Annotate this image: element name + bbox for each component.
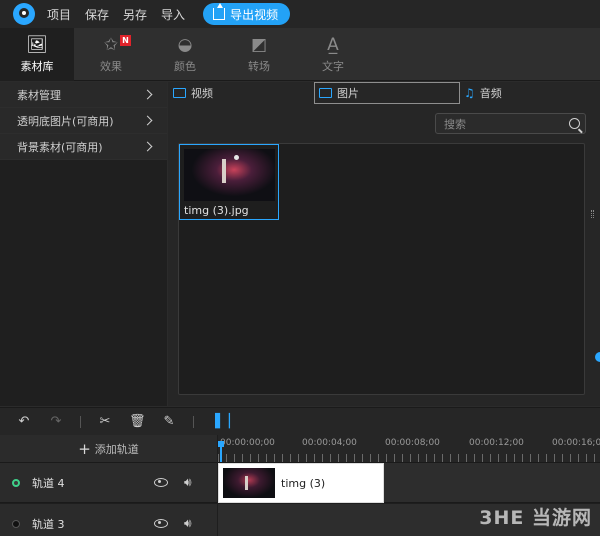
delete-icon[interactable]: 🗑︎: [129, 414, 146, 430]
palette-icon: ◒: [177, 34, 193, 55]
timecode-label: 00:00:12;00: [469, 438, 524, 448]
track-lane[interactable]: timg (3): [218, 463, 600, 503]
library-tabs: 🖼︎ 素材库 ✩ N 效果 ◒ 颜色 ◩ 转场 A̲ 文字: [0, 28, 600, 81]
menu-save-as[interactable]: 另存: [123, 6, 147, 23]
media-thumbnail: [184, 149, 275, 201]
tab-image[interactable]: 图片: [314, 82, 460, 104]
search-placeholder: 搜索: [444, 117, 466, 131]
tab-label: 图片: [337, 87, 359, 100]
tab-label: 转场: [248, 59, 270, 73]
music-note-icon: ♫: [464, 86, 475, 100]
undo-icon[interactable]: ↶: [16, 414, 32, 430]
media-item-name: timg (3).jpg: [184, 204, 249, 217]
upload-icon: [213, 3, 226, 20]
add-track-label: 添加轨道: [94, 442, 139, 456]
media-type-tabs: 视频 图片 ♫ 音频: [168, 82, 600, 104]
timecode-label: 00:00:16;00: [552, 438, 600, 448]
time-ruler[interactable]: 00:00:00;00 00:00:04;00 00:00:08;00 00:0…: [218, 435, 600, 463]
tab-transition[interactable]: ◩ 转场: [222, 28, 296, 81]
sidebar-item-background-assets[interactable]: 背景素材(可商用): [0, 134, 167, 160]
tab-media-library[interactable]: 🖼︎ 素材库: [0, 28, 74, 81]
menu-save[interactable]: 保存: [85, 6, 109, 23]
tab-label: 颜色: [174, 59, 196, 73]
edit-toolbar: ↶ ↷ ✂ 🗑︎ ✎ ▐▕: [0, 407, 600, 435]
tab-label: 文字: [322, 59, 344, 73]
category-sidebar: 素材管理 透明底图片(可商用) 背景素材(可商用): [0, 82, 167, 406]
timeline-clip[interactable]: timg (3): [218, 463, 384, 503]
playhead[interactable]: [218, 435, 224, 462]
tab-label: 音频: [479, 87, 502, 100]
film-icon: [173, 88, 186, 98]
effects-icon: ✩: [103, 34, 119, 55]
menu-import[interactable]: 导入: [161, 6, 185, 23]
eye-icon[interactable]: [154, 478, 168, 487]
tab-audio[interactable]: ♫ 音频: [460, 82, 502, 104]
text-icon: A̲: [327, 34, 339, 55]
timeline: + 添加轨道 00:00:00;00 00:00:04;00 00:00:08;…: [0, 435, 600, 536]
media-item[interactable]: timg (3).jpg: [179, 144, 279, 220]
track-header[interactable]: 轨道 4 🔊︎: [0, 463, 217, 503]
media-grid: timg (3).jpg: [178, 143, 585, 395]
timecode-label: 00:00:00;00: [220, 438, 275, 448]
new-badge: N: [120, 35, 131, 46]
tab-label: 视频: [191, 87, 213, 100]
search-icon[interactable]: [569, 118, 580, 129]
redo-icon[interactable]: ↷: [48, 414, 64, 430]
panel-resize-handle[interactable]: [591, 210, 594, 218]
chevron-right-icon: [142, 89, 153, 100]
tab-effects[interactable]: ✩ N 效果: [74, 28, 148, 81]
sidebar-item-transparent-images[interactable]: 透明底图片(可商用): [0, 108, 167, 134]
menu-project[interactable]: 项目: [47, 6, 71, 23]
track-enabled-indicator[interactable]: [12, 519, 20, 528]
tab-video[interactable]: 视频: [168, 82, 314, 104]
tab-text[interactable]: A̲ 文字: [296, 28, 370, 81]
cut-icon[interactable]: ✂: [97, 414, 113, 430]
timecode-label: 00:00:08;00: [385, 438, 440, 448]
clip-thumbnail: [223, 468, 275, 498]
sidebar-item-label: 透明底图片(可商用): [17, 114, 114, 128]
export-video-button[interactable]: 导出视频: [203, 3, 291, 25]
sidebar-item-label: 背景素材(可商用): [17, 140, 103, 154]
image-icon: [319, 88, 332, 98]
transition-icon: ◩: [250, 34, 268, 55]
tab-label: 素材库: [20, 59, 54, 73]
media-library-icon: 🖼︎: [26, 34, 48, 55]
chevron-right-icon: [142, 141, 153, 152]
app-logo-icon: [13, 3, 35, 25]
track-enabled-indicator[interactable]: [12, 478, 20, 487]
edit-icon[interactable]: ✎: [161, 414, 177, 430]
tab-label: 效果: [100, 59, 122, 73]
sidebar-item-media-manager[interactable]: 素材管理: [0, 82, 167, 108]
track-name: 轨道 4: [32, 476, 65, 490]
chevron-right-icon: [142, 115, 153, 126]
media-panel: 视频 图片 ♫ 音频 搜索 timg (3).jpg: [168, 82, 600, 406]
split-clip-icon[interactable]: ▐▕: [210, 414, 230, 430]
clip-name: timg (3): [281, 476, 326, 490]
eye-icon[interactable]: [154, 519, 168, 528]
collapse-handle[interactable]: [595, 352, 600, 362]
speaker-icon[interactable]: 🔊︎: [184, 475, 192, 490]
sidebar-item-label: 素材管理: [17, 88, 61, 102]
top-menu-bar: 项目 保存 另存 导入 导出视频: [0, 0, 600, 28]
watermark: 3HE 当游网: [479, 507, 592, 529]
track-name: 轨道 3: [32, 517, 65, 531]
timecode-label: 00:00:04;00: [302, 438, 357, 448]
track-header[interactable]: 轨道 3 🔊︎: [0, 504, 217, 536]
tab-color[interactable]: ◒ 颜色: [148, 28, 222, 81]
search-input[interactable]: 搜索: [435, 113, 586, 134]
speaker-icon[interactable]: 🔊︎: [184, 516, 192, 531]
add-track-button[interactable]: + 添加轨道: [0, 435, 217, 463]
plus-icon: +: [78, 439, 91, 458]
export-video-label: 导出视频: [230, 7, 279, 22]
